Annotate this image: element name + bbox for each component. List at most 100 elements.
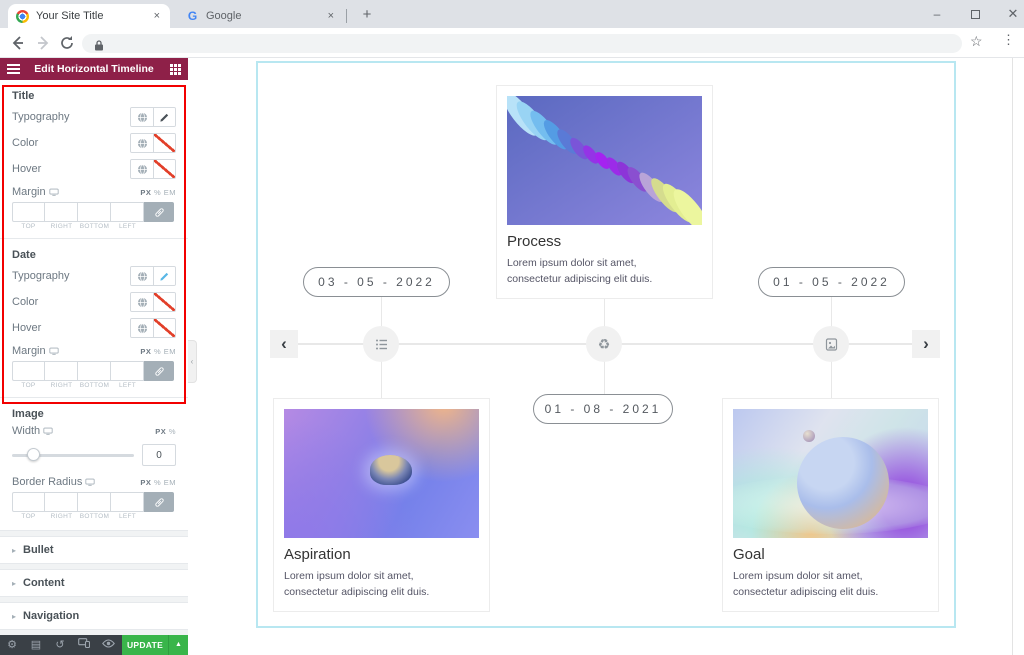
update-button[interactable]: UPDATE [122, 635, 168, 655]
settings-gear-icon[interactable]: ⚙ [0, 635, 24, 655]
card-description: Lorem ipsum dolor sit amet, consectetur … [733, 570, 879, 599]
margin-left-input[interactable] [111, 361, 144, 381]
accordion-content[interactable]: ▸ Content [0, 570, 188, 596]
unit-switcher[interactable]: PX % EM [140, 478, 176, 487]
tab-google[interactable]: G Google × [178, 4, 344, 28]
color-picker-empty-icon[interactable] [153, 134, 175, 152]
browser-toolbar: ☆ ⋮ [0, 28, 1024, 58]
link-values-button[interactable] [144, 361, 174, 381]
tab-title: Google [206, 10, 242, 22]
timeline-prev-button[interactable]: ‹ [270, 330, 298, 358]
small-sphere-object [803, 429, 816, 442]
forward-button[interactable] [33, 33, 53, 53]
timeline-card-aspiration[interactable]: Aspiration Lorem ipsum dolor sit amet, c… [273, 398, 490, 612]
edit-pencil-icon[interactable] [153, 108, 175, 126]
width-slider[interactable] [12, 448, 134, 462]
globe-icon[interactable] [131, 134, 153, 152]
timeline-card-process[interactable]: Process Lorem ipsum dolor sit amet, cons… [496, 85, 713, 299]
maximize-button[interactable] [958, 0, 992, 28]
unit-switcher[interactable]: PX % [155, 427, 176, 436]
address-bar[interactable] [82, 34, 962, 53]
control-title-hover: Hover [0, 156, 188, 182]
margin-top-input[interactable] [12, 361, 45, 381]
margin-bottom-input[interactable] [78, 202, 111, 222]
responsive-mode-icon[interactable] [72, 635, 96, 655]
date-pill[interactable]: 01 - 05 - 2022 [758, 267, 905, 297]
radius-bottom-input[interactable] [78, 492, 111, 512]
timeline-bullet-list[interactable] [363, 326, 399, 362]
globe-icon[interactable] [131, 160, 153, 178]
maximize-icon [970, 10, 980, 20]
globe-icon[interactable] [131, 319, 153, 337]
margin-right-input[interactable] [45, 361, 78, 381]
color-picker-empty-icon[interactable] [153, 319, 175, 337]
unit-switcher[interactable]: PX % EM [140, 188, 176, 197]
history-icon[interactable]: ↺ [48, 635, 72, 655]
card-description: Lorem ipsum dolor sit amet, consectetur … [284, 570, 430, 599]
device-desktop-icon [85, 478, 95, 486]
bookmark-star-icon[interactable]: ☆ [970, 33, 983, 50]
device-desktop-icon [43, 427, 53, 435]
timeline-card-goal[interactable]: Goal Lorem ipsum dolor sit amet, consect… [722, 398, 939, 612]
accordion-navigation[interactable]: ▸ Navigation [0, 603, 188, 629]
link-values-button[interactable] [144, 202, 174, 222]
edit-pencil-icon-active[interactable] [153, 267, 175, 285]
device-desktop-icon [49, 347, 59, 355]
radius-left-input[interactable] [111, 492, 144, 512]
color-picker-empty-icon[interactable] [153, 160, 175, 178]
control-date-hover: Hover [0, 315, 188, 341]
new-tab-button[interactable]: + [354, 4, 380, 26]
minimize-button[interactable]: – [920, 0, 954, 28]
globe-icon[interactable] [131, 108, 153, 126]
margin-bottom-input[interactable] [78, 361, 111, 381]
close-window-button[interactable]: ✕ [996, 0, 1024, 28]
caret-right-icon: ▸ [12, 545, 17, 555]
card-image-sphere [733, 409, 928, 538]
globe-icon[interactable] [131, 293, 153, 311]
timeline-bullet-recycle[interactable]: ♻ [586, 326, 622, 362]
panel-footer: ⚙ ▤ ↺ UPDATE ▲ [0, 635, 188, 655]
caret-right-icon: ▸ [12, 578, 17, 588]
lock-icon [94, 38, 104, 56]
card-title: Goal [733, 546, 765, 563]
update-options-caret-icon[interactable]: ▲ [168, 635, 188, 655]
radius-top-input[interactable] [12, 492, 45, 512]
panel-title: Edit Horizontal Timeline [34, 63, 154, 75]
navigator-icon[interactable]: ▤ [24, 635, 48, 655]
tab-strip: Your Site Title × G Google × + – ✕ [0, 0, 1024, 28]
browser-menu-icon[interactable]: ⋮ [1002, 32, 1015, 48]
unit-switcher[interactable]: PX % EM [140, 347, 176, 356]
date-pill[interactable]: 01 - 08 - 2021 [533, 394, 673, 424]
radius-right-input[interactable] [45, 492, 78, 512]
timeline-bullet-document[interactable] [813, 326, 849, 362]
margin-top-input[interactable] [12, 202, 45, 222]
widgets-grid-icon[interactable] [162, 63, 188, 75]
reload-button[interactable] [57, 33, 77, 53]
editor-canvas: ‹ › ♻ 03 - 05 - 2022 01 - 05 - 2022 01 -… [188, 58, 1024, 655]
width-value-input[interactable]: 0 [142, 444, 176, 466]
tab-close-icon[interactable]: × [152, 10, 162, 22]
margin-box-labels: TOP RIGHT BOTTOM LEFT [21, 382, 137, 389]
margin-right-input[interactable] [45, 202, 78, 222]
tab-your-site-title[interactable]: Your Site Title × [8, 4, 170, 28]
section-heading-title: Title [12, 90, 35, 102]
date-pill[interactable]: 03 - 05 - 2022 [303, 267, 450, 297]
panel-collapse-handle[interactable]: ‹ [188, 340, 197, 383]
timeline-next-button[interactable]: › [912, 330, 940, 358]
back-button[interactable] [8, 33, 28, 53]
color-picker-empty-icon[interactable] [153, 293, 175, 311]
hamburger-menu-icon[interactable] [0, 62, 26, 76]
control-border-radius: Border Radius PX % EM [12, 476, 176, 488]
globe-icon[interactable] [131, 267, 153, 285]
accordion-bullet[interactable]: ▸ Bullet [0, 537, 188, 563]
tab-title: Your Site Title [36, 10, 104, 22]
slider-handle[interactable] [26, 448, 40, 461]
margin-left-input[interactable] [111, 202, 144, 222]
list-icon [375, 339, 387, 349]
margin-inputs [0, 361, 188, 381]
card-description: Lorem ipsum dolor sit amet, consectetur … [507, 257, 653, 286]
control-title-typography: Typography [0, 104, 188, 130]
tab-close-icon[interactable]: × [326, 10, 336, 22]
link-values-button[interactable] [144, 492, 174, 512]
preview-eye-icon[interactable] [96, 635, 120, 655]
